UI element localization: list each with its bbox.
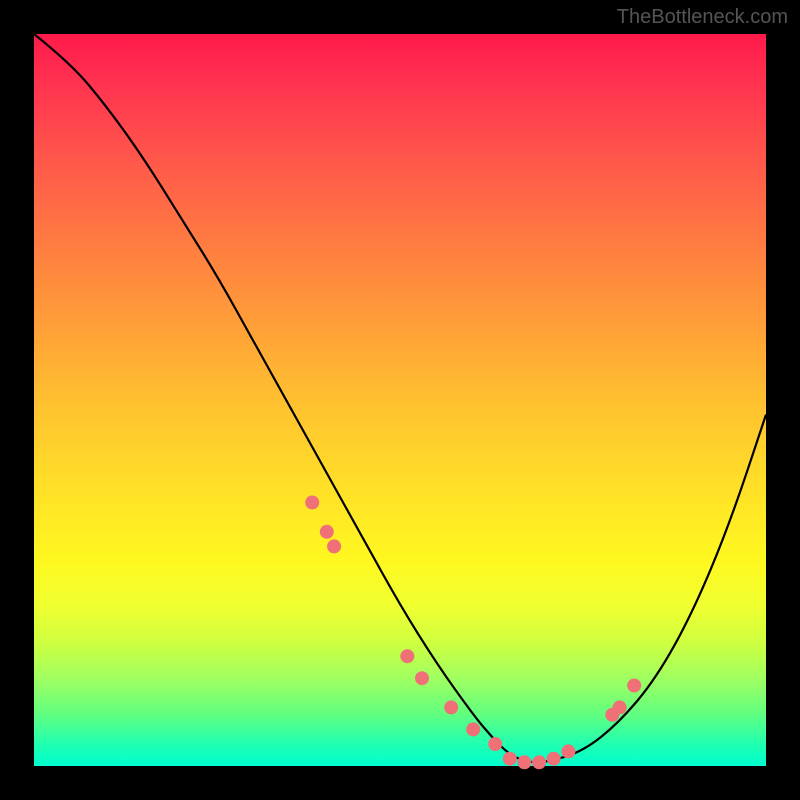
watermark-text: TheBottleneck.com [617,6,788,29]
data-marker [532,755,546,769]
data-marker [327,539,341,553]
data-marker [561,744,575,758]
chart-plot-area [34,34,766,766]
bottleneck-curve [34,34,766,762]
data-marker [613,700,627,714]
data-marker [415,671,429,685]
data-marker [444,700,458,714]
marker-group [305,496,641,770]
data-marker [466,722,480,736]
chart-svg [34,34,766,766]
data-marker [547,752,561,766]
data-marker [305,496,319,510]
data-marker [320,525,334,539]
data-marker [627,679,641,693]
data-marker [503,752,517,766]
data-marker [488,737,502,751]
data-marker [400,649,414,663]
data-marker [517,755,531,769]
